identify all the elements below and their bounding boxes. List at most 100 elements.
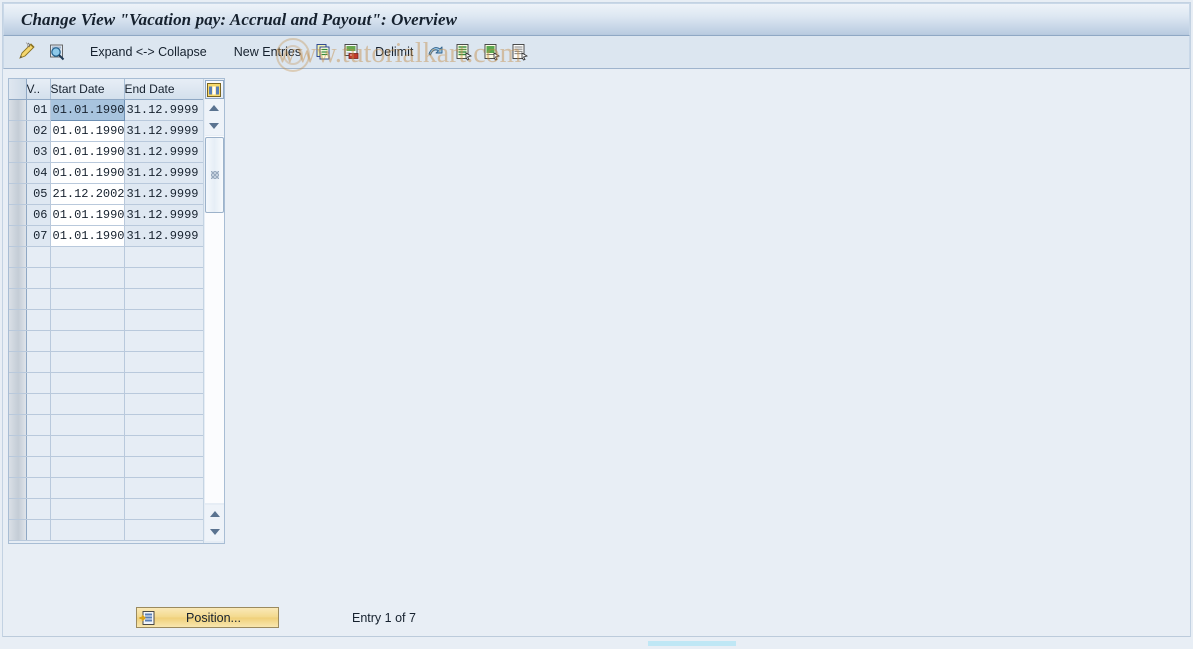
cell-empty[interactable] xyxy=(50,372,125,394)
column-header-start-date[interactable]: Start Date xyxy=(50,79,125,100)
table-row-empty[interactable] xyxy=(9,288,204,310)
table-row-empty[interactable] xyxy=(9,414,204,436)
copy-as-button[interactable] xyxy=(312,40,336,64)
cell-start-date[interactable]: 01.01.1990 xyxy=(49,98,125,121)
cell-empty[interactable] xyxy=(26,372,51,394)
row-selector[interactable] xyxy=(9,435,27,457)
scroll-page-up-button[interactable] xyxy=(205,505,224,523)
table-row-empty[interactable] xyxy=(9,519,204,541)
display-change-button[interactable] xyxy=(14,40,40,64)
table-row[interactable]: 06 01.01.1990 31.12.9999 xyxy=(9,204,204,226)
delete-button[interactable] xyxy=(340,40,364,64)
cell-empty[interactable] xyxy=(50,519,125,541)
cell-v[interactable]: 05 xyxy=(26,183,51,205)
cell-empty[interactable] xyxy=(26,477,51,499)
delimit-arrow-button[interactable] xyxy=(424,40,448,64)
table-row-empty[interactable] xyxy=(9,498,204,520)
cell-start-date[interactable]: 21.12.2002 xyxy=(50,183,125,205)
row-selector[interactable] xyxy=(9,372,27,394)
expand-collapse-button[interactable]: Expand <-> Collapse xyxy=(83,40,214,64)
cell-v[interactable]: 02 xyxy=(26,120,51,142)
scroll-down-button[interactable] xyxy=(204,117,224,135)
cell-empty[interactable] xyxy=(26,435,51,457)
column-header-end-date[interactable]: End Date xyxy=(124,79,204,100)
table-row[interactable]: 04 01.01.1990 31.12.9999 xyxy=(9,162,204,184)
cell-empty[interactable] xyxy=(50,477,125,499)
row-selector[interactable] xyxy=(9,183,27,205)
cell-start-date[interactable]: 01.01.1990 xyxy=(50,162,125,184)
cell-empty[interactable] xyxy=(124,351,204,373)
cell-empty[interactable] xyxy=(50,351,125,373)
table-row-empty[interactable] xyxy=(9,372,204,394)
row-selector[interactable] xyxy=(9,456,27,478)
table-row-empty[interactable] xyxy=(9,351,204,373)
check-entries-button[interactable] xyxy=(44,40,70,64)
cell-start-date[interactable]: 01.01.1990 xyxy=(50,204,125,226)
cell-end-date[interactable]: 31.12.9999 xyxy=(124,225,204,247)
cell-empty[interactable] xyxy=(26,498,51,520)
row-selector[interactable] xyxy=(9,477,27,499)
cell-empty[interactable] xyxy=(124,393,204,415)
cell-empty[interactable] xyxy=(50,288,125,310)
row-selector[interactable] xyxy=(9,330,27,352)
cell-empty[interactable] xyxy=(26,393,51,415)
cell-empty[interactable] xyxy=(50,246,125,268)
select-all-corner[interactable] xyxy=(9,79,27,100)
scroll-page-down-button[interactable] xyxy=(205,523,224,541)
table-row[interactable]: 05 21.12.2002 31.12.9999 xyxy=(9,183,204,205)
cell-empty[interactable] xyxy=(50,435,125,457)
table-vertical-scrollbar[interactable] xyxy=(203,79,224,543)
table-row-empty[interactable] xyxy=(9,477,204,499)
cell-empty[interactable] xyxy=(26,351,51,373)
row-selector[interactable] xyxy=(9,204,27,226)
cell-v[interactable]: 01 xyxy=(26,99,51,121)
cell-end-date[interactable]: 31.12.9999 xyxy=(124,120,204,142)
select-all-button[interactable] xyxy=(480,40,504,64)
table-row-empty[interactable] xyxy=(9,330,204,352)
cell-empty[interactable] xyxy=(50,393,125,415)
scrollbar-thumb[interactable] xyxy=(205,137,224,213)
new-entries-button[interactable]: New Entries xyxy=(227,40,308,64)
row-selector[interactable] xyxy=(9,498,27,520)
cell-empty[interactable] xyxy=(124,498,204,520)
cell-empty[interactable] xyxy=(50,456,125,478)
row-selector[interactable] xyxy=(9,99,27,121)
table-row-empty[interactable] xyxy=(9,309,204,331)
cell-empty[interactable] xyxy=(50,309,125,331)
cell-empty[interactable] xyxy=(124,456,204,478)
cell-start-date[interactable]: 01.01.1990 xyxy=(50,225,125,247)
cell-empty[interactable] xyxy=(26,414,51,436)
row-selector[interactable] xyxy=(9,519,27,541)
cell-v[interactable]: 03 xyxy=(26,141,51,163)
row-selector[interactable] xyxy=(9,267,27,289)
cell-start-date[interactable]: 01.01.1990 xyxy=(50,120,125,142)
row-selector[interactable] xyxy=(9,141,27,163)
cell-empty[interactable] xyxy=(26,456,51,478)
table-row-empty[interactable] xyxy=(9,393,204,415)
scroll-up-button[interactable] xyxy=(204,99,224,117)
cell-empty[interactable] xyxy=(124,372,204,394)
table-row[interactable]: 01 01.01.1990 31.12.9999 xyxy=(9,98,204,121)
cell-empty[interactable] xyxy=(124,288,204,310)
cell-empty[interactable] xyxy=(50,267,125,289)
cell-empty[interactable] xyxy=(124,477,204,499)
table-row-empty[interactable] xyxy=(9,267,204,289)
cell-empty[interactable] xyxy=(26,267,51,289)
table-row-empty[interactable] xyxy=(9,435,204,457)
row-selector[interactable] xyxy=(9,225,27,247)
table-row[interactable]: 03 01.01.1990 31.12.9999 xyxy=(9,141,204,163)
row-selector[interactable] xyxy=(9,288,27,310)
cell-end-date[interactable]: 31.12.9999 xyxy=(124,162,204,184)
table-row[interactable]: 02 01.01.1990 31.12.9999 xyxy=(9,120,204,142)
cell-end-date[interactable]: 31.12.9999 xyxy=(124,99,204,121)
cell-end-date[interactable]: 31.12.9999 xyxy=(124,141,204,163)
column-header-v[interactable]: V.. xyxy=(26,79,51,100)
cell-end-date[interactable]: 31.12.9999 xyxy=(124,204,204,226)
cell-empty[interactable] xyxy=(26,288,51,310)
cell-v[interactable]: 04 xyxy=(26,162,51,184)
cell-empty[interactable] xyxy=(50,330,125,352)
position-button[interactable]: Position... xyxy=(136,607,279,628)
row-selector[interactable] xyxy=(9,414,27,436)
table-row-empty[interactable] xyxy=(9,456,204,478)
cell-empty[interactable] xyxy=(26,519,51,541)
